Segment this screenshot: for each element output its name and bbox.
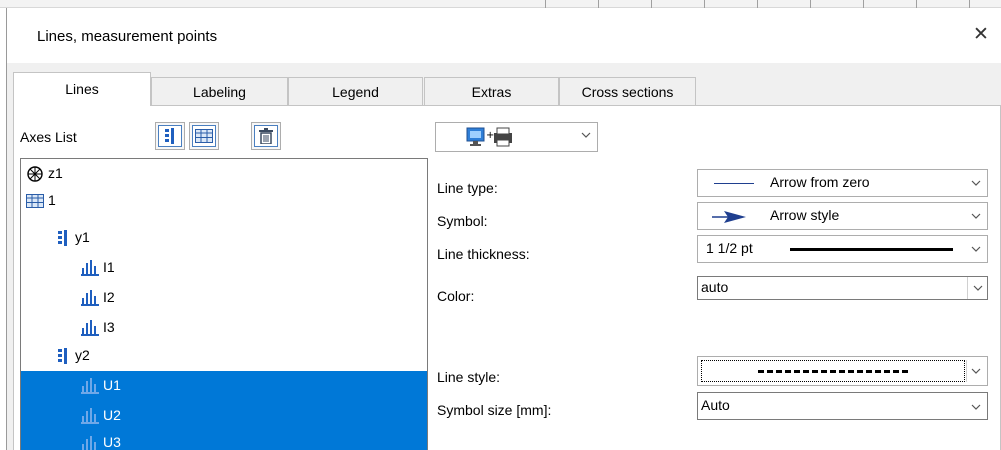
dialog-titlebar: Lines, measurement points ✕ bbox=[7, 8, 1001, 63]
channel-icon bbox=[81, 407, 99, 425]
thick-line-preview bbox=[790, 248, 953, 251]
tab-label: Extras bbox=[471, 84, 512, 100]
tree-item-label: I1 bbox=[103, 259, 115, 275]
add-y-axis-button[interactable] bbox=[155, 122, 185, 150]
tab-label: Labeling bbox=[193, 84, 246, 100]
channel-icon bbox=[81, 289, 99, 307]
dashed-line-preview bbox=[758, 370, 908, 373]
tree-item-i1[interactable]: I1 bbox=[21, 253, 427, 283]
background-tick bbox=[757, 0, 758, 8]
symbol-label: Symbol: bbox=[437, 213, 488, 229]
line-type-label: Line type: bbox=[437, 180, 498, 196]
delete-button[interactable] bbox=[251, 122, 281, 150]
tab-cross-sections[interactable]: Cross sections bbox=[559, 77, 696, 106]
tree-item-y2[interactable]: y2 bbox=[21, 341, 427, 371]
chevron-down-icon bbox=[971, 404, 981, 410]
dropdown-arrow-button[interactable] bbox=[967, 277, 987, 299]
tab-labeling[interactable]: Labeling bbox=[151, 77, 288, 106]
line-type-value: Arrow from zero bbox=[770, 174, 870, 190]
symbol-value: Arrow style bbox=[770, 207, 840, 223]
tab-label: Lines bbox=[65, 81, 99, 97]
table-icon bbox=[26, 192, 44, 210]
background-tick bbox=[704, 0, 705, 8]
line-type-dropdown[interactable]: Arrow from zero bbox=[697, 169, 988, 197]
channel-icon bbox=[81, 319, 99, 337]
tree-item-label: z1 bbox=[48, 165, 63, 181]
background-tick bbox=[651, 0, 652, 8]
chevron-down-icon bbox=[973, 285, 983, 291]
solid-line-preview bbox=[714, 183, 754, 184]
chevron-down-icon bbox=[971, 180, 981, 186]
background-window-strip bbox=[0, 0, 1001, 8]
background-tick bbox=[969, 0, 970, 8]
polar-axis-icon bbox=[26, 165, 44, 183]
chevron-down-icon bbox=[971, 246, 981, 252]
color-value: auto bbox=[701, 279, 729, 295]
screen-printer-icon: + bbox=[466, 127, 516, 150]
tab-legend[interactable]: Legend bbox=[288, 77, 423, 106]
background-tick bbox=[863, 0, 864, 8]
line-style-label: Line style: bbox=[437, 369, 501, 385]
divider bbox=[966, 360, 967, 382]
trash-icon bbox=[254, 125, 278, 147]
tab-label: Cross sections bbox=[581, 84, 674, 100]
line-thickness-dropdown[interactable]: 1 1/2 pt bbox=[697, 235, 988, 263]
channel-icon bbox=[81, 377, 99, 395]
tree-item-label: I3 bbox=[103, 319, 115, 335]
tree-item-i2[interactable]: I2 bbox=[21, 283, 427, 313]
y-axis-icon bbox=[54, 347, 72, 365]
tab-lines[interactable]: Lines bbox=[13, 72, 151, 106]
tree-item-1[interactable]: 1 bbox=[21, 189, 427, 214]
output-device-dropdown[interactable]: + bbox=[435, 122, 598, 152]
tree-item-label: y1 bbox=[75, 229, 90, 245]
chevron-down-icon bbox=[971, 368, 981, 374]
tree-item-label: U2 bbox=[103, 407, 121, 423]
channel-icon bbox=[81, 259, 99, 277]
symbol-size-dropdown[interactable]: Auto bbox=[697, 392, 988, 420]
tab-extras[interactable]: Extras bbox=[424, 77, 559, 106]
tree-item-u1[interactable]: U1 bbox=[21, 371, 427, 401]
color-dropdown[interactable]: auto bbox=[697, 276, 988, 300]
axes-tree[interactable]: z1 1 y1 I1 I2 I3 y2 U1 U2 U3 bbox=[20, 158, 428, 450]
background-tick bbox=[810, 0, 811, 8]
y-axis-icon bbox=[158, 125, 182, 147]
tree-item-z1[interactable]: z1 bbox=[21, 159, 427, 189]
line-thickness-value: 1 1/2 pt bbox=[706, 240, 753, 256]
line-style-dropdown[interactable] bbox=[697, 356, 988, 386]
channel-icon bbox=[81, 435, 99, 450]
symbol-size-value: Auto bbox=[701, 397, 730, 413]
axes-list-label: Axes List bbox=[20, 129, 77, 145]
add-table-button[interactable] bbox=[189, 122, 219, 150]
tree-item-u2[interactable]: U2 bbox=[21, 401, 427, 431]
symbol-size-label: Symbol size [mm]: bbox=[437, 402, 552, 418]
tree-item-i3[interactable]: I3 bbox=[21, 313, 427, 343]
chevron-down-icon bbox=[581, 132, 591, 138]
svg-text:+: + bbox=[486, 130, 494, 141]
lines-dialog: Lines, measurement points ✕ Lines Labeli… bbox=[7, 8, 1001, 450]
tree-item-label: U3 bbox=[103, 434, 121, 450]
tree-item-label: 1 bbox=[48, 192, 56, 208]
tree-item-label: I2 bbox=[103, 289, 115, 305]
line-thickness-label: Line thickness: bbox=[437, 246, 530, 262]
background-tick bbox=[598, 0, 599, 8]
tree-item-y1[interactable]: y1 bbox=[21, 223, 427, 253]
chevron-down-icon bbox=[971, 213, 981, 219]
tree-item-u3[interactable]: U3 bbox=[21, 431, 427, 450]
symbol-dropdown[interactable]: Arrow style bbox=[697, 202, 988, 230]
tree-item-label: y2 bbox=[75, 347, 90, 363]
table-icon bbox=[192, 125, 216, 147]
dialog-title: Lines, measurement points bbox=[37, 28, 218, 45]
tree-item-label: U1 bbox=[103, 377, 121, 393]
close-icon[interactable]: ✕ bbox=[966, 20, 996, 50]
background-tick bbox=[545, 0, 546, 8]
y-axis-icon bbox=[54, 229, 72, 247]
arrow-symbol-icon bbox=[712, 210, 748, 227]
background-tick bbox=[916, 0, 917, 8]
color-label: Color: bbox=[437, 288, 475, 304]
tab-label: Legend bbox=[332, 84, 379, 100]
